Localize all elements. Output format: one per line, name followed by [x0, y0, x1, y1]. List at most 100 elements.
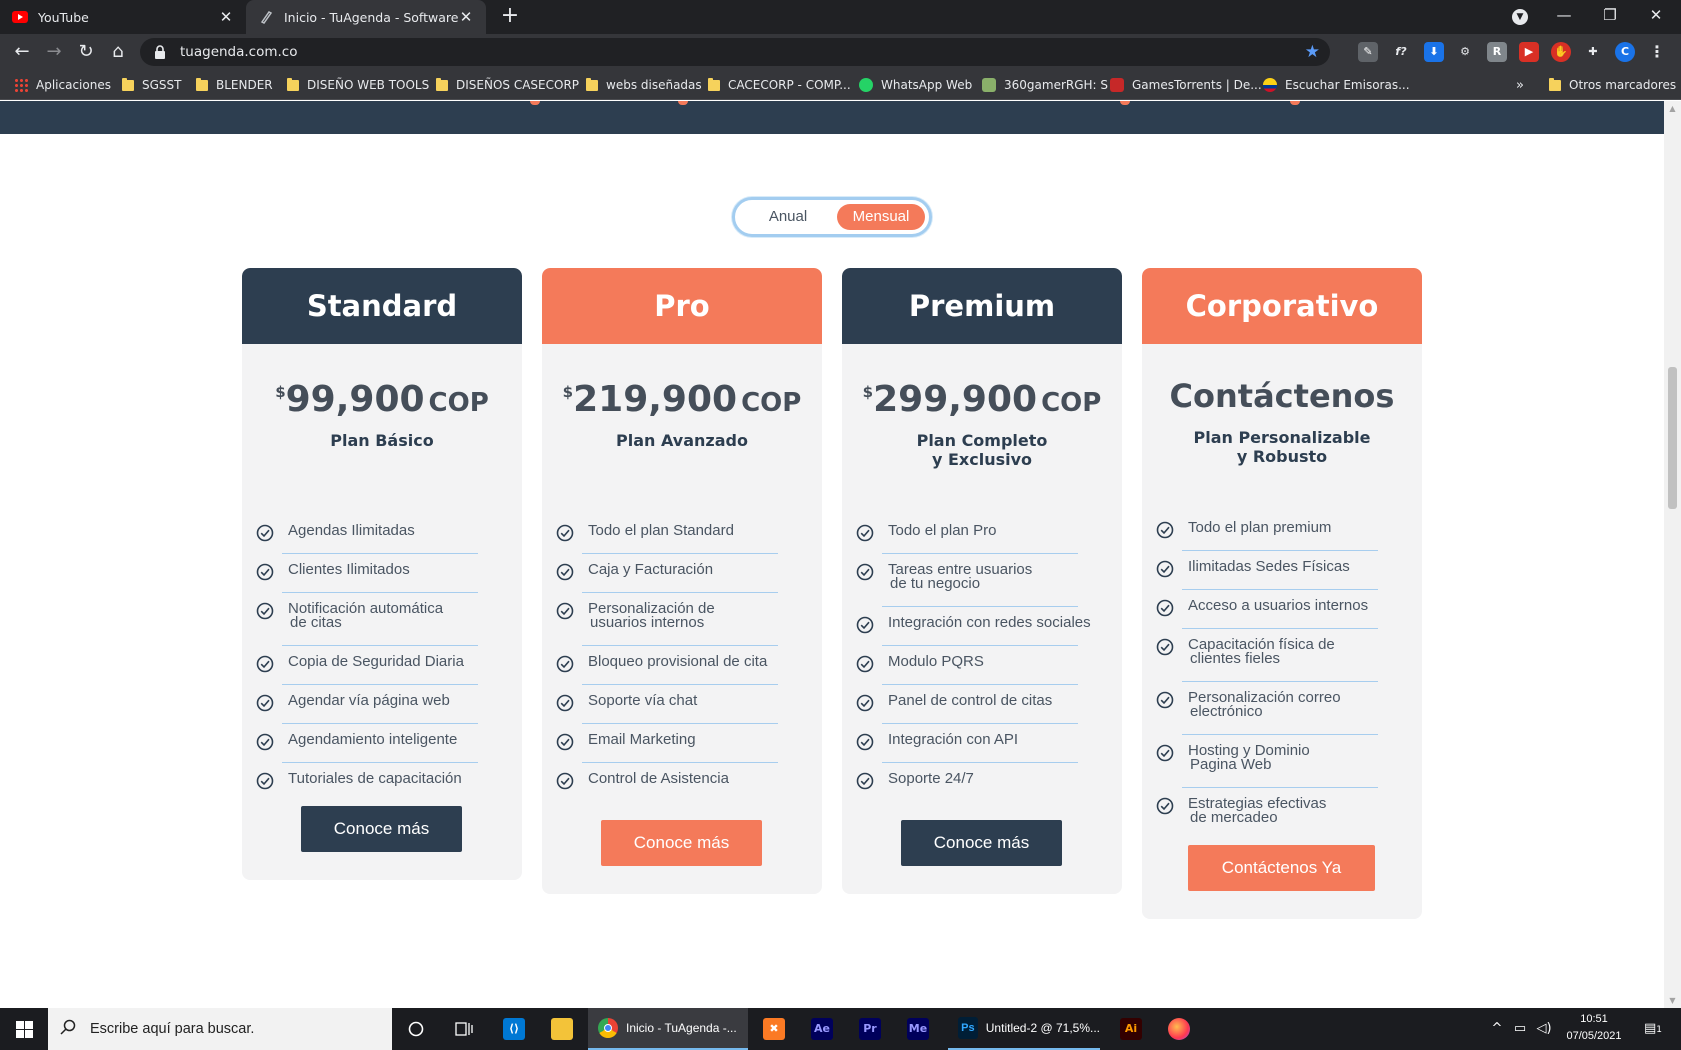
monthly-option[interactable]: Mensual	[837, 204, 925, 230]
show-hidden-icons[interactable]: ^	[1488, 1020, 1506, 1038]
extension-hand-icon[interactable]: ✋	[1551, 42, 1571, 62]
folder-icon	[436, 77, 448, 91]
feature-text: Notificación automática de citas	[288, 601, 498, 630]
taskbar-app-chrome[interactable]: Inicio - TuAgenda -...	[588, 1008, 748, 1050]
more-bookmarks-icon[interactable]: »	[1516, 76, 1524, 94]
bookmark-sgsst[interactable]: SGSST	[122, 76, 181, 94]
decorative-accent	[1290, 101, 1300, 105]
profile-avatar[interactable]: C	[1615, 42, 1635, 62]
media-encoder-icon[interactable]: Me	[894, 1008, 942, 1050]
page-scrollbar[interactable]: ▲ ▼	[1664, 101, 1681, 1008]
check-circle-icon	[556, 602, 574, 620]
bookmark-webs-disenadas[interactable]: webs diseñadas	[586, 76, 702, 94]
tab-youtube[interactable]: YouTube ✕	[0, 0, 246, 34]
extension-r-icon[interactable]: R	[1487, 42, 1507, 62]
check-circle-icon	[256, 772, 274, 790]
tab-title: YouTube	[38, 9, 89, 25]
taskbar-search-box[interactable]: Escribe aquí para buscar.	[48, 1008, 392, 1050]
extension-video-icon[interactable]: ▶	[1519, 42, 1539, 62]
bookmark-blender[interactable]: BLENDER	[196, 76, 273, 94]
feature-divider	[882, 606, 1078, 607]
bookmark-other[interactable]: Otros marcadores	[1549, 76, 1676, 94]
file-explorer-icon[interactable]	[538, 1008, 586, 1050]
bookmark-star-icon[interactable]: ★	[1305, 42, 1320, 62]
check-circle-icon	[856, 563, 874, 581]
cortana-icon[interactable]	[392, 1008, 440, 1050]
learn-more-button[interactable]: Conoce más	[901, 820, 1062, 866]
feature-text-line: Integración con redes sociales	[888, 614, 1091, 631]
plan-subtitle: Plan Avanzado	[542, 431, 822, 450]
billing-period-toggle[interactable]: Anual Mensual	[732, 197, 932, 237]
xampp-icon[interactable]: ✖	[750, 1008, 798, 1050]
bookmark-gamestorrents[interactable]: GamesTorrents | De...	[1110, 76, 1262, 94]
learn-more-button[interactable]: Conoce más	[301, 806, 462, 852]
feature-divider	[882, 645, 1078, 646]
scroll-down-icon[interactable]: ▼	[1667, 995, 1678, 1006]
annual-option[interactable]: Anual	[749, 204, 827, 230]
after-effects-icon[interactable]: Ae	[798, 1008, 846, 1050]
home-icon[interactable]: ⌂	[106, 40, 130, 64]
back-icon[interactable]: ←	[10, 40, 34, 64]
feature-divider	[282, 645, 478, 646]
scrollbar-thumb[interactable]	[1668, 367, 1677, 509]
currency-code: COP	[1041, 388, 1102, 418]
tab-tuagenda[interactable]: Inicio - TuAgenda - Software de Agendami…	[246, 0, 486, 34]
extension-download-icon[interactable]: ⬇	[1424, 42, 1444, 62]
illustrator-icon[interactable]: Ai	[1107, 1008, 1155, 1050]
menu-kebab-icon[interactable]: ⋮	[1647, 42, 1667, 62]
subtitle-line: Plan Personalizable	[1193, 428, 1371, 447]
address-bar[interactable]: tuagenda.com.co ★	[140, 38, 1330, 66]
apps-grid-icon	[14, 78, 28, 92]
forward-icon[interactable]: →	[42, 40, 66, 64]
close-tab-icon[interactable]: ✕	[218, 9, 234, 25]
bookmark-disenos-casecorp[interactable]: DISEÑOS CASECORP	[436, 76, 579, 94]
taskbar-app-photoshop[interactable]: Ps Untitled-2 @ 71,5%...	[948, 1008, 1100, 1050]
system-clock[interactable]: 10:51 07/05/2021	[1562, 1011, 1626, 1045]
feature-text: Bloqueo provisional de cita	[588, 654, 798, 669]
check-circle-icon	[256, 524, 274, 542]
notification-center-icon[interactable]: ▤1	[1638, 1020, 1668, 1038]
bookmark-diseno-web-tools[interactable]: DISEÑO WEB TOOLS	[287, 76, 429, 94]
bookmark-360gamer[interactable]: 360gamerRGH: S	[982, 76, 1108, 94]
extensions-puzzle-icon[interactable]: ✚	[1583, 42, 1603, 62]
close-tab-icon[interactable]: ✕	[458, 9, 474, 25]
task-view-icon[interactable]	[440, 1008, 488, 1050]
plan-price-contact: Contáctenos	[1169, 377, 1395, 415]
minimize-icon[interactable]: —	[1541, 0, 1587, 34]
price-amount: 299,900	[873, 379, 1038, 420]
subtitle-line: Plan Básico	[330, 431, 434, 450]
reload-icon[interactable]: ↻	[74, 40, 98, 64]
bookmark-cacecorp[interactable]: CACECORP - COMP...	[708, 76, 851, 94]
clock-date: 07/05/2021	[1566, 1030, 1622, 1042]
feature-text: Ilimitadas Sedes Físicas	[1188, 559, 1398, 574]
close-window-icon[interactable]: ✕	[1633, 0, 1679, 34]
extension-pen-icon[interactable]: ✎	[1358, 42, 1378, 62]
network-icon[interactable]: ▭	[1511, 1020, 1529, 1038]
bookmark-whatsapp[interactable]: WhatsApp Web	[859, 76, 972, 94]
check-circle-icon	[256, 733, 274, 751]
volume-icon[interactable]: ◁)	[1535, 1020, 1553, 1038]
extension-formula-icon[interactable]: f?	[1391, 42, 1411, 62]
windows-start-icon[interactable]	[0, 1008, 48, 1050]
vscode-icon[interactable]: ⟨⟩	[490, 1008, 538, 1050]
feature-text: Tutoriales de capacitación	[288, 771, 498, 786]
feature-text-line: de mercadeo	[1190, 809, 1278, 826]
firefox-icon[interactable]	[1155, 1008, 1203, 1050]
bookmark-emisoras[interactable]: Escuchar Emisoras...	[1263, 76, 1410, 94]
bookmark-apps[interactable]: Aplicaciones	[14, 76, 111, 94]
check-circle-icon	[1156, 521, 1174, 539]
premiere-icon[interactable]: Pr	[846, 1008, 894, 1050]
check-circle-icon	[1156, 797, 1174, 815]
new-tab-button[interactable]: +	[498, 5, 522, 29]
tab-search-icon[interactable]: ▼	[1512, 9, 1528, 25]
restore-icon[interactable]: ❐	[1587, 0, 1633, 34]
currency-code: COP	[741, 388, 802, 418]
contact-us-button[interactable]: Contáctenos Ya	[1188, 845, 1375, 891]
extension-gear-icon[interactable]: ⚙	[1455, 42, 1475, 62]
search-icon	[60, 1019, 76, 1039]
feature-divider	[882, 553, 1078, 554]
learn-more-button[interactable]: Conoce más	[601, 820, 762, 866]
check-circle-icon	[256, 694, 274, 712]
bookmark-label: Otros marcadores	[1569, 78, 1677, 92]
scroll-up-icon[interactable]: ▲	[1667, 103, 1678, 114]
